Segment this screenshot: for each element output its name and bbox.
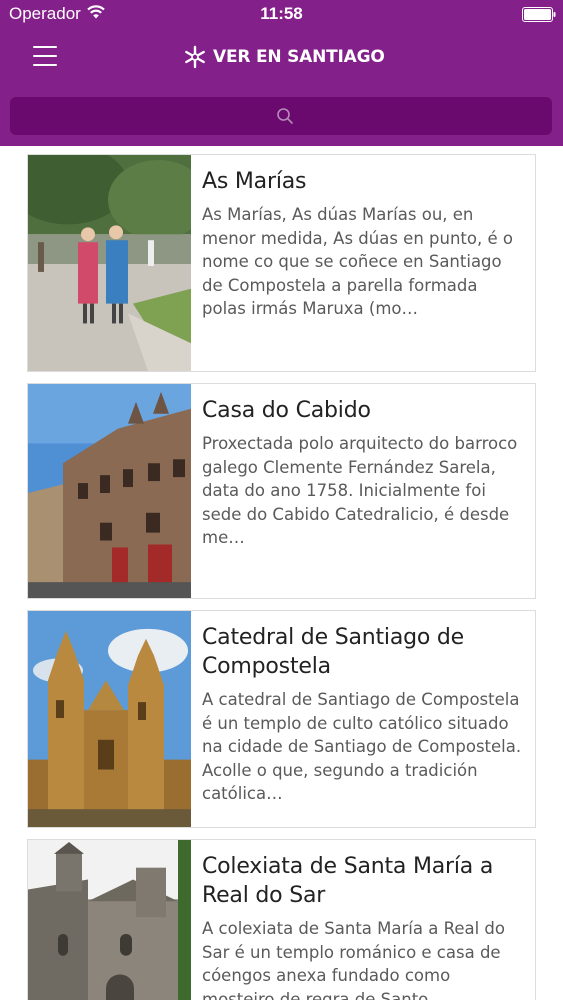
place-card-casa-do-cabido[interactable]: Casa do Cabido Proxectada polo arquitect… (27, 383, 536, 599)
status-time: 11:58 (260, 4, 303, 23)
search-input[interactable] (10, 97, 552, 135)
place-description: As Marías, As dúas Marías ou, en menor m… (202, 205, 513, 318)
app-header: Operador 11:58 VER EN SANTIAGO (0, 0, 563, 146)
photo-as-marias-statues (28, 155, 191, 371)
place-title: Catedral de Santiago de Compostela (202, 625, 465, 679)
hamburger-menu-icon[interactable] (30, 42, 60, 70)
place-description: Proxectada polo arquitecto do barroco ga… (202, 434, 518, 547)
places-list[interactable]: As Marías As Marías, As dúas Marías ou, … (0, 146, 563, 1000)
place-card-catedral[interactable]: Catedral de Santiago de Compostela A cat… (27, 610, 536, 828)
photo-colexiata-sar (28, 840, 191, 1000)
place-title: Colexiata de Santa María a Real do Sar (202, 854, 494, 908)
place-card-as-marias[interactable]: As Marías As Marías, As dúas Marías ou, … (27, 154, 536, 372)
battery-icon (522, 7, 556, 22)
photo-casa-do-cabido-facade (28, 384, 191, 598)
app-screen: Operador 11:58 VER EN SANTIAGO As Marías… (0, 0, 563, 1000)
photo-cathedral-towers (28, 611, 191, 827)
asterisk-star-icon (185, 45, 205, 69)
place-title: As Marías (202, 169, 307, 194)
card-text: Casa do Cabido Proxectada polo arquitect… (202, 384, 525, 550)
card-text: As Marías As Marías, As dúas Marías ou, … (202, 155, 525, 321)
place-description: A colexiata de Santa María a Real do Sar… (202, 919, 505, 1000)
status-bar: Operador 11:58 (0, 0, 563, 30)
brand: VER EN SANTIAGO (183, 43, 385, 71)
place-description: A catedral de Santiago de Compostela é u… (202, 690, 522, 803)
app-title: VER EN SANTIAGO (213, 47, 385, 67)
place-title: Casa do Cabido (202, 398, 371, 423)
card-text: Colexiata de Santa María a Real do Sar A… (202, 840, 525, 1000)
navigation-bar: VER EN SANTIAGO (0, 30, 563, 84)
search-bar (10, 97, 552, 135)
card-text: Catedral de Santiago de Compostela A cat… (202, 611, 525, 806)
place-card-colexiata-sar[interactable]: Colexiata de Santa María a Real do Sar A… (27, 839, 536, 1000)
